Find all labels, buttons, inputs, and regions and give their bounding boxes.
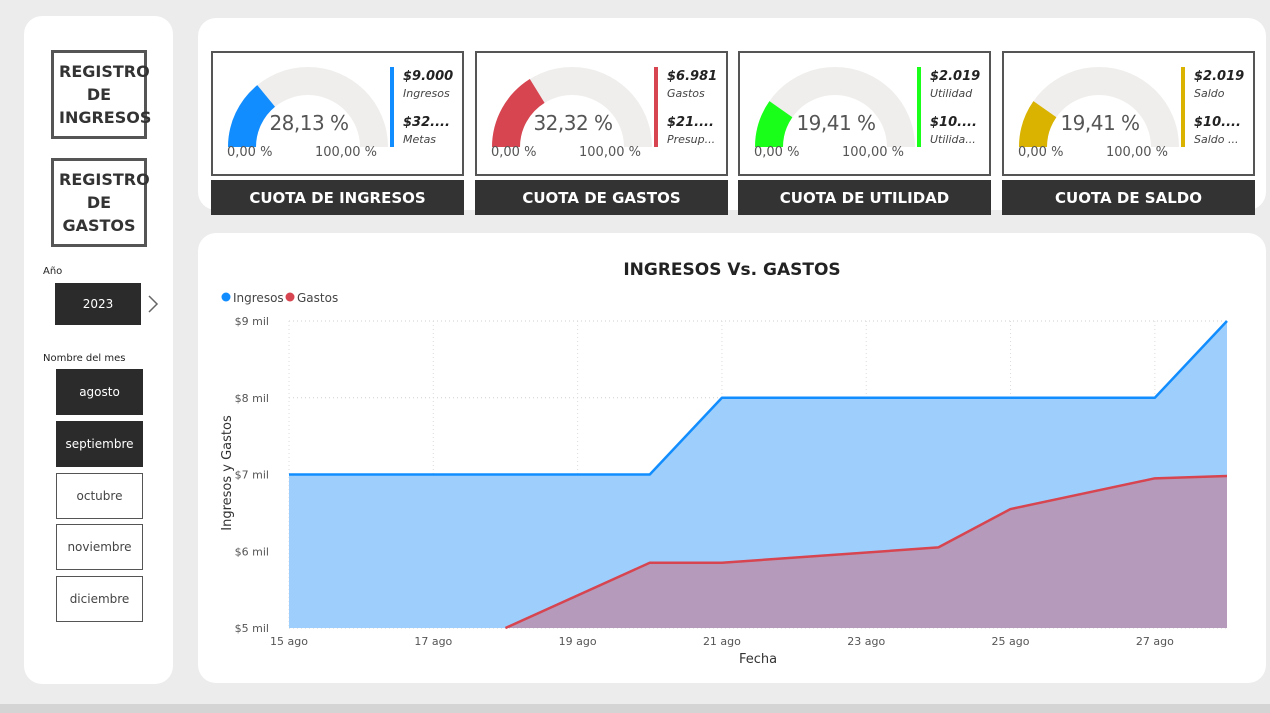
kpi-label-target: Metas: [403, 133, 437, 146]
legend-label-ingresos: Ingresos: [233, 291, 284, 305]
gauge-arc: [755, 67, 915, 147]
kpi-label-primary: Utilidad: [930, 87, 973, 100]
gauge-max-label: 100,00 %: [315, 145, 377, 160]
gauge-min-label: 0,00 %: [491, 145, 537, 160]
kpi-color-bar: [654, 67, 658, 147]
kpi-color-bar: [1181, 67, 1185, 147]
legend-marker-ingresos: [221, 292, 231, 302]
kpi-color-bar: [390, 67, 394, 147]
gauge-arc: [1019, 67, 1179, 147]
kpi-label-primary: Saldo: [1194, 87, 1225, 100]
registro-gastos-button[interactable]: REGISTRO DE GASTOS: [51, 158, 150, 247]
kpi-label-primary: Gastos: [667, 87, 705, 100]
registro-ingresos-label: REGISTRO DE INGRESOS: [59, 62, 152, 127]
gauge-arc: [228, 67, 388, 147]
gauge-max-label: 100,00 %: [579, 145, 641, 160]
kpi-value-primary: $2.019: [1194, 69, 1245, 84]
kpi-title: CUOTA DE INGRESOS: [211, 180, 464, 215]
kpi-title: CUOTA DE UTILIDAD: [738, 180, 991, 215]
month-option-diciembre[interactable]: diciembre: [56, 576, 143, 622]
kpi-value-target: $32....: [403, 115, 450, 130]
filter-sidebar: REGISTRO DE INGRESOS REGISTRO DE GASTOS …: [24, 16, 173, 684]
chart-svg: INGRESOS Vs. GASTOS Ingresos Gastos $5 mil $…: [220, 260, 1228, 667]
gauge-arc: [492, 67, 652, 147]
month-option-octubre[interactable]: octubre: [56, 473, 143, 519]
legend-label-gastos: Gastos: [297, 291, 338, 305]
x-tick-label: 23 ago: [847, 635, 885, 648]
x-axis-label: Fecha: [739, 652, 777, 667]
y-axis-label: Ingresos y Gastos: [220, 415, 235, 531]
kpi-title: CUOTA DE SALDO: [1002, 180, 1255, 215]
gauge-percent-value: 32,32 %: [533, 111, 613, 135]
gauge-min-label: 0,00 %: [1018, 145, 1064, 160]
y-tick-label: $6 mil: [235, 545, 269, 558]
year-slicer-value[interactable]: 2023: [55, 283, 141, 325]
ingresos-gastos-chart: INGRESOS Vs. GASTOS Ingresos Gastos $5 mil $…: [198, 233, 1266, 683]
kpi-gauge-card: 19,41 % 0,00 % 100,00 % $2.019 Saldo $10.... S…: [1002, 51, 1255, 176]
legend-marker-gastos: [285, 292, 295, 302]
x-tick-label: 27 ago: [1136, 635, 1174, 648]
kpi-label-target: Presup...: [667, 133, 716, 146]
kpi-gauge-card: 32,32 % 0,00 % 100,00 % $6.981 Gastos $21....…: [475, 51, 728, 176]
y-tick-label: $9 mil: [235, 315, 269, 328]
kpi-panel: 28,13 % 0,00 % 100,00 % $9.000 Ingresos $32..…: [198, 18, 1266, 215]
kpi-gauge-card: 28,13 % 0,00 % 100,00 % $9.000 Ingresos $32..…: [211, 51, 464, 176]
kpi-gauge-card: 19,41 % 0,00 % 100,00 % $2.019 Utilidad $10..…: [738, 51, 991, 176]
kpi-title: CUOTA DE GASTOS: [475, 180, 728, 215]
registro-gastos-label: REGISTRO DE GASTOS: [59, 170, 150, 235]
chevron-right-icon[interactable]: [145, 294, 161, 314]
x-tick-label: 21 ago: [703, 635, 741, 648]
x-tick-label: 25 ago: [992, 635, 1030, 648]
x-tick-label: 15 ago: [270, 635, 308, 648]
gauge-max-label: 100,00 %: [842, 145, 904, 160]
kpi-label-primary: Ingresos: [403, 87, 450, 100]
gauge-percent-value: 19,41 %: [796, 111, 876, 135]
registro-ingresos-button[interactable]: REGISTRO DE INGRESOS: [51, 50, 152, 139]
kpi-label-target: Saldo ...: [1194, 133, 1239, 146]
month-slicer-label: Nombre del mes: [43, 353, 126, 364]
y-tick-label: $7 mil: [235, 469, 269, 482]
x-tick-label: 19 ago: [559, 635, 597, 648]
kpi-color-bar: [917, 67, 921, 147]
kpi-value-primary: $6.981: [667, 69, 718, 84]
y-tick-label: $8 mil: [235, 392, 269, 405]
gauge-max-label: 100,00 %: [1106, 145, 1168, 160]
kpi-value-primary: $2.019: [930, 69, 981, 84]
month-option-noviembre[interactable]: noviembre: [56, 524, 143, 570]
x-tick-label: 17 ago: [414, 635, 452, 648]
kpi-value-target: $10....: [930, 115, 977, 130]
year-slicer-label: Año: [43, 266, 63, 277]
kpi-value-target: $10....: [1194, 115, 1241, 130]
gauge-percent-value: 28,13 %: [269, 111, 349, 135]
kpi-value-target: $21....: [667, 115, 714, 130]
kpi-label-target: Utilida...: [930, 133, 976, 146]
month-option-septiembre[interactable]: septiembre: [56, 421, 143, 467]
kpi-value-primary: $9.000: [403, 69, 454, 84]
gauge-percent-value: 19,41 %: [1060, 111, 1140, 135]
chart-title: INGRESOS Vs. GASTOS: [623, 260, 840, 280]
month-option-agosto[interactable]: agosto: [56, 369, 143, 415]
y-tick-label: $5 mil: [235, 622, 269, 635]
gauge-min-label: 0,00 %: [754, 145, 800, 160]
bottom-scrollbar[interactable]: [0, 704, 1270, 713]
gauge-min-label: 0,00 %: [227, 145, 273, 160]
